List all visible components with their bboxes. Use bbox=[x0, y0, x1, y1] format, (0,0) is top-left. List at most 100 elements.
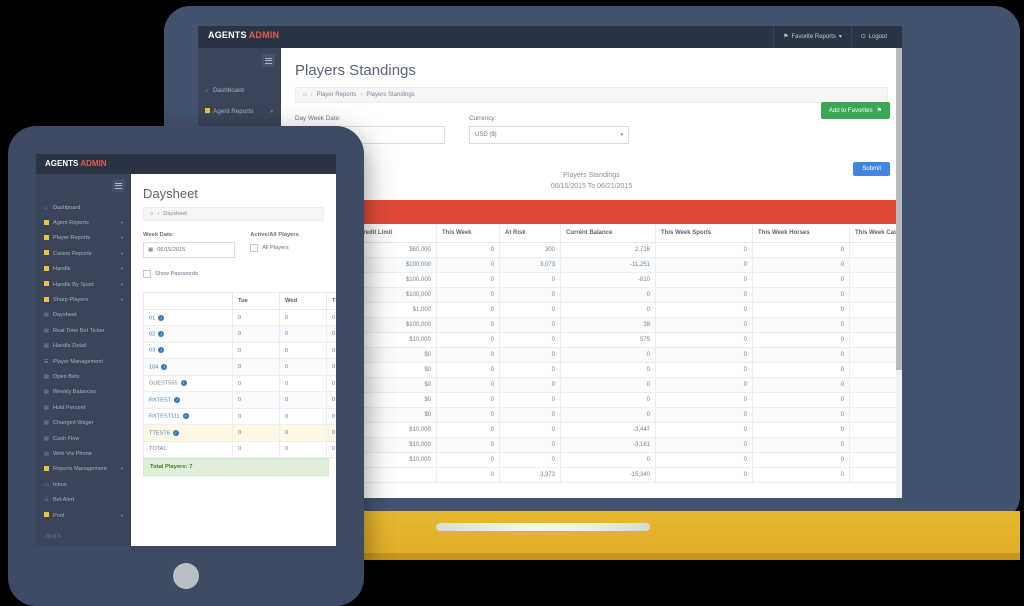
sidebar-item-player-reports[interactable]: Player Reports▾ bbox=[36, 231, 131, 246]
favorite-reports-menu[interactable]: ⚑ Favorite Reports ▾ bbox=[773, 26, 852, 48]
info-icon[interactable]: i bbox=[183, 413, 189, 419]
sidebar-item-hold-percent[interactable]: ▤Hold Percent bbox=[36, 400, 131, 415]
column-header[interactable]: Credit Limit bbox=[354, 224, 437, 243]
sidebar-item-dashboard[interactable]: ⌂ Dashboard bbox=[198, 80, 281, 101]
sidebar-item-handle[interactable]: Handle▾ bbox=[36, 262, 131, 277]
sidebar-item-casino-reports[interactable]: Casino Reports▾ bbox=[36, 246, 131, 261]
sidebar-item-label: Casino Reports bbox=[53, 251, 92, 257]
table-row[interactable]: RXTEST111i000 bbox=[144, 408, 337, 424]
sidebar-item-daysheet[interactable]: ▤Daysheet bbox=[36, 308, 131, 323]
column-header[interactable]: Tue bbox=[233, 293, 280, 310]
sidebar-item-changed-wager[interactable]: ▤Changed Wager bbox=[36, 415, 131, 430]
all-players-checkbox[interactable]: All Players bbox=[250, 244, 324, 252]
table-row[interactable]: $0000000 bbox=[281, 348, 902, 363]
info-icon[interactable]: i bbox=[158, 315, 164, 321]
player-cell[interactable]: 03i bbox=[144, 342, 233, 358]
sidebar-item-sharp-players[interactable]: Sharp Players▾ bbox=[36, 292, 131, 307]
grid-icon bbox=[44, 512, 53, 519]
player-cell[interactable]: 02i bbox=[144, 326, 233, 342]
show-passwords-checkbox[interactable]: Show Passwords bbox=[131, 258, 336, 278]
currency-select[interactable]: USD ($) ▾ bbox=[469, 126, 629, 144]
player-cell[interactable]: GUEST555i bbox=[144, 375, 233, 391]
table-row[interactable]: GUEST555i000 bbox=[144, 375, 337, 391]
column-header[interactable]: This Week Casino bbox=[850, 224, 903, 243]
info-icon[interactable]: i bbox=[161, 364, 167, 370]
table-cell: 0 bbox=[753, 258, 850, 273]
submit-button[interactable]: Submit bbox=[853, 162, 890, 176]
table-row[interactable]: $0000000 bbox=[281, 378, 902, 393]
front-sidebar-toggle-button[interactable] bbox=[112, 179, 125, 192]
week-date-input[interactable]: ▦ 06/15/2015 bbox=[143, 242, 235, 258]
sidebar-item-inbox[interactable]: ▭Inbox bbox=[36, 477, 131, 492]
table-row[interactable]: RXTESTi000 bbox=[144, 392, 337, 408]
column-header[interactable]: This Week Sports bbox=[656, 224, 753, 243]
column-header[interactable]: At Risk bbox=[500, 224, 561, 243]
column-header[interactable]: Thu bbox=[327, 293, 337, 310]
sidebar-item-weekly-balances[interactable]: ▤Weekly Balances bbox=[36, 385, 131, 400]
table-row[interactable]: $100,0000038000 bbox=[281, 318, 902, 333]
table-cell: 0 bbox=[656, 468, 753, 483]
table-cell: 0 bbox=[753, 468, 850, 483]
sidebar-item-cash-flow[interactable]: ▤Cash Flow bbox=[36, 431, 131, 446]
home-icon[interactable]: ⌂ bbox=[150, 211, 153, 217]
sidebar-item-player-management[interactable]: ☰Player Management bbox=[36, 354, 131, 369]
sidebar-item-handle-by-sport[interactable]: Handle By Sport▾ bbox=[36, 277, 131, 292]
player-cell[interactable]: 01i bbox=[144, 310, 233, 326]
table-row[interactable]: $60,00003002,716000 bbox=[281, 243, 902, 258]
chart-icon: ▤ bbox=[44, 436, 53, 442]
home-icon[interactable]: ⌂ bbox=[303, 92, 307, 98]
table-row[interactable]: $100,000000000 bbox=[281, 288, 902, 303]
table-row[interactable]: $10,00000-3,447000 bbox=[281, 423, 902, 438]
table-row[interactable]: 02i000 bbox=[144, 326, 337, 342]
sidebar-item-agent-reports[interactable]: Agent Reports▾ bbox=[36, 215, 131, 230]
sidebar-item-web-vrs-phone[interactable]: ▤Web Vrs Phone bbox=[36, 446, 131, 461]
column-header[interactable]: This Week Horses bbox=[753, 224, 850, 243]
table-row[interactable]: 01i000 bbox=[144, 310, 337, 326]
sidebar-item-pool[interactable]: Pool▾ bbox=[36, 508, 131, 523]
add-to-favorites-button[interactable]: Add to Favorites ⚑ bbox=[821, 102, 890, 119]
sidebar-item-reports-management[interactable]: Reports Management▾ bbox=[36, 462, 131, 477]
table-row[interactable]: 104i000 bbox=[144, 359, 337, 375]
sidebar-item-bet-alert[interactable]: ⚠Bet Alert bbox=[36, 492, 131, 507]
info-icon[interactable]: i bbox=[158, 331, 164, 337]
table-row[interactable]: $1,000000000 bbox=[281, 303, 902, 318]
sidebar-item-open-bets[interactable]: ▤Open Bets bbox=[36, 369, 131, 384]
player-cell[interactable]: RXTESTi bbox=[144, 392, 233, 408]
sidebar-item-dashboard[interactable]: ⌂Dashboard bbox=[36, 200, 131, 215]
player-cell[interactable]: 104i bbox=[144, 359, 233, 375]
table-row[interactable]: 03i000 bbox=[144, 342, 337, 358]
info-icon[interactable]: i bbox=[181, 380, 187, 386]
table-row[interactable]: $10,000000000 bbox=[281, 453, 902, 468]
player-cell[interactable]: RXTEST111i bbox=[144, 408, 233, 424]
table-row[interactable]: $0000000 bbox=[281, 393, 902, 408]
back-brand-logo[interactable]: AGENTSADMIN bbox=[208, 30, 279, 40]
table-row[interactable]: TOTAL000 bbox=[144, 441, 337, 457]
column-header[interactable] bbox=[144, 293, 233, 310]
vertical-scrollbar-thumb[interactable] bbox=[896, 48, 902, 370]
sidebar-toggle-button[interactable] bbox=[262, 54, 275, 67]
breadcrumb-parent[interactable]: Player Reports bbox=[317, 92, 357, 98]
logout-button[interactable]: ⏻ Logout bbox=[852, 26, 896, 48]
table-row[interactable]: $10,00000-3,161000 bbox=[281, 438, 902, 453]
tablet-home-button[interactable] bbox=[173, 563, 199, 589]
column-header[interactable]: This Week bbox=[437, 224, 500, 243]
column-header[interactable]: Current Balance bbox=[561, 224, 656, 243]
sidebar-item-real-time-bet-ticker[interactable]: ▤Real Time Bet Ticker bbox=[36, 323, 131, 338]
sidebar-item-agent-reports[interactable]: Agent Reports ▾ bbox=[198, 101, 281, 122]
sidebar-item-handle-detail[interactable]: ▤Handle Detail bbox=[36, 339, 131, 354]
table-cell: 0 bbox=[233, 326, 280, 342]
table-cell: 0 bbox=[561, 408, 656, 423]
front-brand-logo[interactable]: AGENTSADMIN bbox=[45, 159, 107, 168]
table-row[interactable]: $0000000 bbox=[281, 408, 902, 423]
info-icon[interactable]: i bbox=[158, 347, 164, 353]
table-row[interactable]: $100,00000-810000 bbox=[281, 273, 902, 288]
table-row[interactable]: $10,00000575000 bbox=[281, 333, 902, 348]
info-icon[interactable]: i bbox=[174, 397, 180, 403]
player-cell[interactable]: TTEST6i bbox=[144, 425, 233, 441]
player-cell[interactable]: TOTAL bbox=[144, 441, 233, 457]
column-header[interactable]: Wed bbox=[280, 293, 327, 310]
info-icon[interactable]: i bbox=[173, 430, 179, 436]
table-row[interactable]: $0000000 bbox=[281, 363, 902, 378]
table-row[interactable]: TTEST6i000 bbox=[144, 425, 337, 441]
table-row[interactable]: $100,00003,073-11,251000 bbox=[281, 258, 902, 273]
